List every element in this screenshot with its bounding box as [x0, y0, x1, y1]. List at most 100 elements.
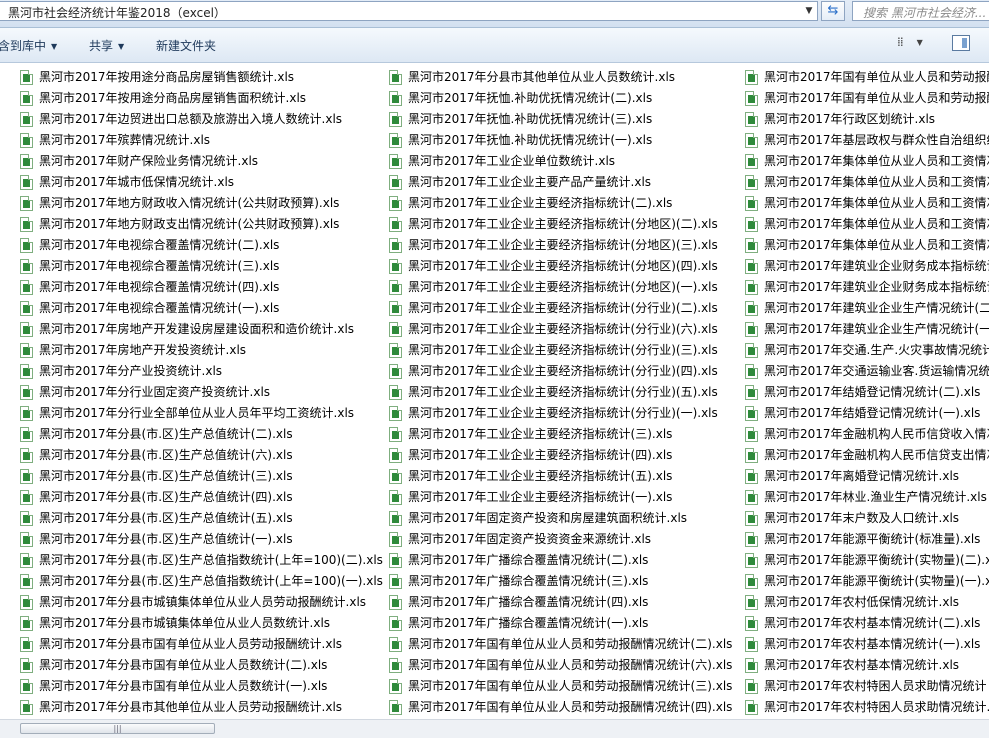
excel-file-icon [745, 70, 758, 85]
excel-file-icon [389, 133, 402, 148]
file-name: 黑河市2017年集体单位从业人员和工资情况 [764, 196, 989, 210]
new-folder-button[interactable]: 新建文件夹 [156, 37, 216, 54]
excel-file-icon [20, 91, 33, 106]
file-name: 黑河市2017年农村低保情况统计.xls [764, 595, 960, 609]
scrollbar-thumb[interactable]: ||| [20, 723, 215, 734]
address-bar: 黑河市社会经济统计年鉴2018（excel） ▼ ⇆ 搜索 黑河市社会经济... [0, 0, 989, 28]
file-name: 黑河市2017年林业.渔业生产情况统计.xls [764, 490, 987, 504]
excel-file-icon [20, 301, 33, 316]
include-in-library-button[interactable]: 含到库中 ▼ [0, 37, 57, 54]
excel-file-icon [20, 112, 33, 127]
preview-pane-icon[interactable] [952, 35, 970, 51]
excel-file-icon [20, 469, 33, 484]
file-name: 黑河市2017年工业企业主要经济指标统计(分地区)(一).xls [408, 280, 718, 294]
search-placeholder: 搜索 黑河市社会经济... [863, 6, 987, 20]
excel-file-icon [20, 532, 33, 547]
file-name: 黑河市2017年抚恤.补助优抚情况统计(一).xls [408, 133, 653, 147]
file-name: 黑河市2017年国有单位从业人员和劳动报酬情况统计(三).xls [408, 679, 733, 693]
excel-file-icon [20, 574, 33, 589]
file-name: 黑河市2017年离婚登记情况统计.xls [764, 469, 960, 483]
file-name: 黑河市2017年能源平衡统计(标准量).xls [764, 532, 981, 546]
excel-file-icon [745, 679, 758, 694]
excel-file-icon [745, 91, 758, 106]
file-name: 黑河市2017年农村特困人员求助情况统计 [764, 679, 987, 693]
excel-file-icon [389, 301, 402, 316]
refresh-icon[interactable]: ⇆ [821, 1, 845, 21]
excel-file-icon [389, 595, 402, 610]
excel-file-icon [20, 490, 33, 505]
excel-file-icon [389, 637, 402, 652]
file-name: 黑河市2017年地方财政支出情况统计(公共财政预算).xls [39, 217, 340, 231]
excel-file-icon [389, 406, 402, 421]
excel-file-icon [745, 616, 758, 631]
excel-file-icon [745, 490, 758, 505]
file-name: 黑河市2017年集体单位从业人员和工资情况 [764, 154, 989, 168]
excel-file-icon [745, 700, 758, 715]
file-name: 黑河市2017年工业企业主要经济指标统计(分行业)(四).xls [408, 364, 718, 378]
file-name: 黑河市2017年建筑业企业生产情况统计(一) [764, 322, 989, 336]
excel-file-icon [20, 658, 33, 673]
excel-file-icon [389, 469, 402, 484]
excel-file-icon [745, 637, 758, 652]
excel-file-icon [745, 595, 758, 610]
file-name: 黑河市2017年工业企业主要经济指标统计(一).xls [408, 490, 673, 504]
excel-file-icon [389, 322, 402, 337]
excel-file-icon [745, 427, 758, 442]
excel-file-icon [20, 70, 33, 85]
excel-file-icon [20, 553, 33, 568]
excel-file-icon [20, 238, 33, 253]
excel-file-icon [745, 154, 758, 169]
file-name: 黑河市2017年广播综合覆盖情况统计(四).xls [408, 595, 649, 609]
horizontal-scrollbar[interactable]: ||| [0, 719, 989, 738]
file-name: 黑河市2017年能源平衡统计(实物量)(一).xl [764, 574, 989, 588]
file-name: 黑河市2017年分县(市.区)生产总值统计(一).xls [39, 532, 293, 546]
excel-file-icon [745, 217, 758, 232]
file-name: 黑河市2017年按用途分商品房屋销售额统计.xls [39, 70, 295, 84]
address-field[interactable]: 黑河市社会经济统计年鉴2018（excel） ▼ [0, 1, 818, 21]
file-name: 黑河市2017年建筑业企业财务成本指标统计 [764, 280, 989, 294]
file-name: 黑河市2017年工业企业主要经济指标统计(三).xls [408, 427, 673, 441]
excel-file-icon [745, 658, 758, 673]
file-name: 黑河市2017年抚恤.补助优抚情况统计(三).xls [408, 112, 653, 126]
excel-file-icon [745, 364, 758, 379]
file-name: 黑河市2017年分县(市.区)生产总值指数统计(上年=100)(一).xls [39, 574, 383, 588]
excel-file-icon [745, 175, 758, 190]
file-name: 黑河市2017年分县(市.区)生产总值统计(二).xls [39, 427, 293, 441]
file-name: 黑河市2017年分县市国有单位从业人员数统计(一).xls [39, 679, 328, 693]
excel-file-icon [745, 469, 758, 484]
excel-file-icon [20, 406, 33, 421]
file-name: 黑河市2017年行政区划统计.xls [764, 112, 936, 126]
file-name: 黑河市2017年分县市城镇集体单位从业人员劳动报酬统计.xls [39, 595, 367, 609]
file-name: 黑河市2017年工业企业主要经济指标统计(分行业)(一).xls [408, 406, 718, 420]
chevron-down-icon[interactable]: ▼ [800, 2, 818, 22]
excel-file-icon [389, 490, 402, 505]
view-options-button[interactable]: ⁞⁞ ▼ [897, 35, 937, 53]
file-name: 黑河市2017年分县(市.区)生产总值统计(六).xls [39, 448, 293, 462]
file-name: 黑河市2017年工业企业主要经济指标统计(分行业)(二).xls [408, 301, 718, 315]
file-name: 黑河市2017年按用途分商品房屋销售面积统计.xls [39, 91, 307, 105]
excel-file-icon [745, 238, 758, 253]
file-name: 黑河市2017年房地产开发投资统计.xls [39, 343, 247, 357]
excel-file-icon [389, 574, 402, 589]
file-name: 黑河市2017年工业企业主要经济指标统计(分行业)(五).xls [408, 385, 718, 399]
file-name: 黑河市2017年分县(市.区)生产总值统计(四).xls [39, 490, 293, 504]
file-name: 黑河市2017年工业企业主要经济指标统计(分地区)(四).xls [408, 259, 718, 273]
file-name: 黑河市2017年分县(市.区)生产总值指数统计(上年=100)(二).xls [39, 553, 383, 567]
excel-file-icon [20, 637, 33, 652]
excel-file-icon [745, 553, 758, 568]
share-button[interactable]: 共享 ▼ [89, 37, 124, 54]
search-input[interactable]: 搜索 黑河市社会经济... [852, 1, 989, 21]
chevron-down-icon: ▼ [51, 42, 58, 51]
file-list: 黑河市2017年按用途分商品房屋销售额统计.xls 黑河市2017年按用途分商品房… [0, 63, 989, 719]
file-name: 黑河市2017年分县市国有单位从业人员数统计(二).xls [39, 658, 328, 672]
file-name: 黑河市2017年集体单位从业人员和工资情况 [764, 217, 989, 231]
excel-file-icon [20, 280, 33, 295]
file-name: 黑河市2017年工业企业主要经济指标统计(五).xls [408, 469, 673, 483]
file-name: 黑河市2017年金融机构人民币信贷收入情况 [764, 427, 989, 441]
excel-file-icon [389, 679, 402, 694]
excel-file-icon [20, 448, 33, 463]
excel-file-icon [389, 280, 402, 295]
excel-file-icon [20, 217, 33, 232]
file-name: 黑河市2017年集体单位从业人员和工资情况 [764, 238, 989, 252]
file-name: 黑河市2017年交通运输业客.货运输情况统计 [764, 364, 989, 378]
